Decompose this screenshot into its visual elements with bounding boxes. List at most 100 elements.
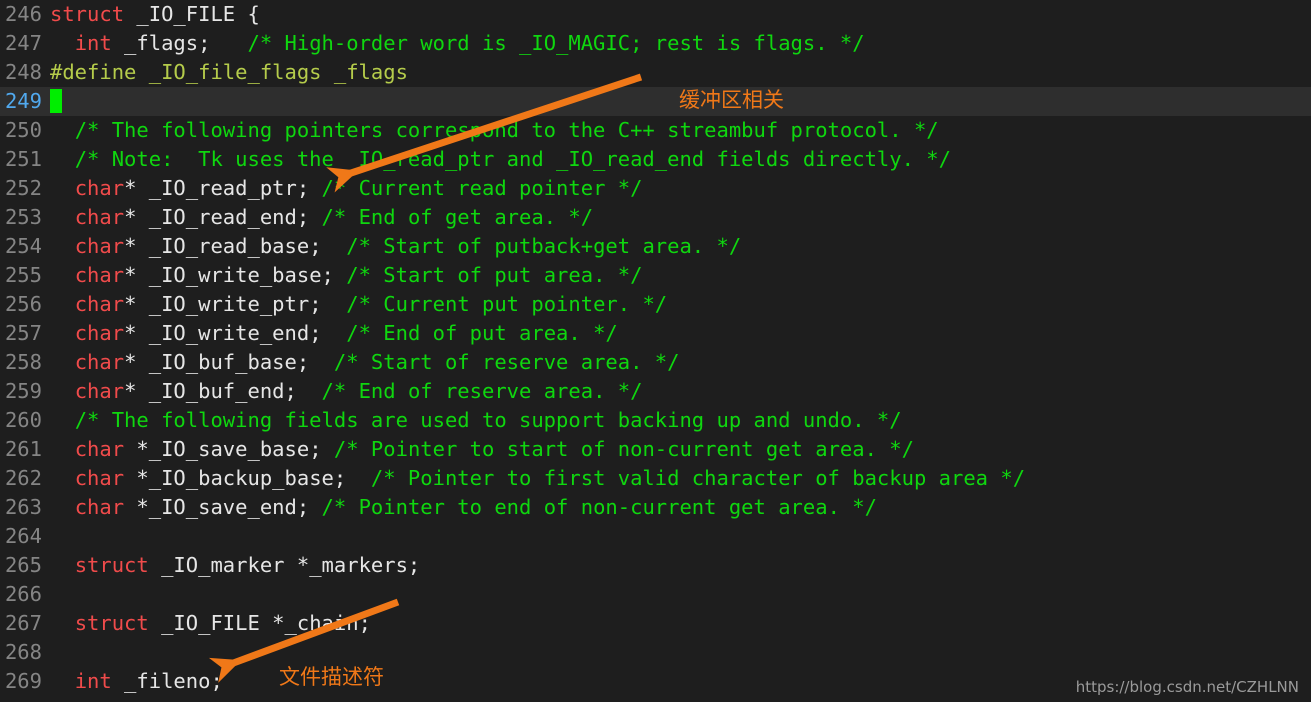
- line-number: 249: [4, 89, 42, 113]
- token-cmt: /* Note: Tk uses the _IO_read_ptr and _I…: [74, 147, 951, 171]
- token-kw: char: [74, 350, 125, 374]
- token-kw: char: [74, 234, 125, 258]
- token-id: _fileno;: [111, 669, 223, 693]
- token-id: *_IO_save_base;: [124, 437, 334, 461]
- line-number: 257: [4, 321, 42, 345]
- token-id: [50, 147, 75, 171]
- text-cursor: [50, 89, 62, 113]
- line-number: 247: [4, 31, 42, 55]
- token-kw: int: [74, 669, 112, 693]
- line-number: 262: [4, 466, 42, 490]
- token-kw: int: [74, 31, 112, 55]
- token-id: [50, 495, 75, 519]
- token-cmt: /* Current put pointer. */: [346, 292, 668, 316]
- token-kw: char: [74, 292, 125, 316]
- token-id: [50, 669, 75, 693]
- line-number: 255: [4, 263, 42, 287]
- token-kw: char: [74, 321, 125, 345]
- token-id: * _IO_buf_base;: [124, 350, 334, 374]
- token-cmt: /* Pointer to end of non-current get are…: [321, 495, 877, 519]
- token-cmt: /* End of get area. */: [321, 205, 594, 229]
- token-id: * _IO_read_end;: [124, 205, 322, 229]
- code-line[interactable]: 256 char* _IO_write_ptr; /* Current put …: [0, 290, 1311, 319]
- token-cmt: /* End of put area. */: [346, 321, 618, 345]
- code-line-active[interactable]: 249: [0, 87, 1311, 116]
- code-line[interactable]: 251 /* Note: Tk uses the _IO_read_ptr an…: [0, 145, 1311, 174]
- line-number: 250: [4, 118, 42, 142]
- line-number: 246: [4, 2, 42, 26]
- token-id: [50, 292, 75, 316]
- code-text: char* _IO_buf_base; /* Start of reserve …: [50, 348, 680, 377]
- code-line[interactable]: 257 char* _IO_write_end; /* End of put a…: [0, 319, 1311, 348]
- token-pp: #define _IO_file_flags _flags: [50, 60, 408, 84]
- code-line[interactable]: 255 char* _IO_write_base; /* Start of pu…: [0, 261, 1311, 290]
- token-kw: char: [74, 205, 125, 229]
- token-id: _IO_marker *_markers;: [148, 553, 421, 577]
- code-text: struct _IO_FILE *_chain;: [50, 609, 371, 638]
- code-line[interactable]: 263 char *_IO_save_end; /* Pointer to en…: [0, 493, 1311, 522]
- code-line[interactable]: 247 int _flags; /* High-order word is _I…: [0, 29, 1311, 58]
- token-cmt: /* The following fields are used to supp…: [74, 408, 902, 432]
- code-text: /* Note: Tk uses the _IO_read_ptr and _I…: [50, 145, 951, 174]
- code-text: char* _IO_buf_end; /* End of reserve are…: [50, 377, 643, 406]
- code-line[interactable]: 267 struct _IO_FILE *_chain;: [0, 609, 1311, 638]
- code-line[interactable]: 266: [0, 580, 1311, 609]
- token-id: [50, 321, 75, 345]
- token-kw: char: [74, 263, 125, 287]
- line-number: 265: [4, 553, 42, 577]
- watermark-url: https://blog.csdn.net/CZHLNN: [1075, 678, 1299, 696]
- token-kw: struct: [74, 611, 149, 635]
- token-id: * _IO_read_base;: [124, 234, 347, 258]
- code-text: #define _IO_file_flags _flags: [50, 58, 408, 87]
- token-kw: char: [74, 495, 125, 519]
- token-id: [50, 379, 75, 403]
- code-line[interactable]: 246 struct _IO_FILE {: [0, 0, 1311, 29]
- code-text: char *_IO_backup_base; /* Pointer to fir…: [50, 464, 1025, 493]
- code-text: char* _IO_read_end; /* End of get area. …: [50, 203, 593, 232]
- code-line[interactable]: 254 char* _IO_read_base; /* Start of put…: [0, 232, 1311, 261]
- token-id: _IO_FILE *_chain;: [148, 611, 371, 635]
- token-cmt: /* High-order word is _IO_MAGIC; rest is…: [247, 31, 865, 55]
- code-line[interactable]: 253 char* _IO_read_end; /* End of get ar…: [0, 203, 1311, 232]
- code-line[interactable]: 264: [0, 522, 1311, 551]
- code-text: char *_IO_save_base; /* Pointer to start…: [50, 435, 914, 464]
- token-id: [50, 205, 75, 229]
- code-line[interactable]: 252 char* _IO_read_ptr; /* Current read …: [0, 174, 1311, 203]
- token-id: [50, 408, 75, 432]
- code-text: struct _IO_marker *_markers;: [50, 551, 421, 580]
- token-id: * _IO_write_ptr;: [124, 292, 347, 316]
- code-line[interactable]: 265 struct _IO_marker *_markers;: [0, 551, 1311, 580]
- code-line[interactable]: 261 char *_IO_save_base; /* Pointer to s…: [0, 435, 1311, 464]
- code-line[interactable]: 262 char *_IO_backup_base; /* Pointer to…: [0, 464, 1311, 493]
- code-line[interactable]: 259 char* _IO_buf_end; /* End of reserve…: [0, 377, 1311, 406]
- token-id: [50, 263, 75, 287]
- code-line[interactable]: 250 /* The following pointers correspond…: [0, 116, 1311, 145]
- line-number: 252: [4, 176, 42, 200]
- token-cmt: /* Current read pointer */: [321, 176, 643, 200]
- code-text: char* _IO_read_ptr; /* Current read poin…: [50, 174, 643, 203]
- token-cmt: /* End of reserve area. */: [321, 379, 643, 403]
- token-id: [50, 234, 75, 258]
- code-line[interactable]: 268: [0, 638, 1311, 667]
- line-number: 259: [4, 379, 42, 403]
- token-id: * _IO_buf_end;: [124, 379, 322, 403]
- code-text: char* _IO_write_end; /* End of put area.…: [50, 319, 618, 348]
- code-line[interactable]: 260 /* The following fields are used to …: [0, 406, 1311, 435]
- code-editor-pane[interactable]: 246 struct _IO_FILE {247 int _flags; /* H…: [0, 0, 1311, 702]
- line-number: 260: [4, 408, 42, 432]
- line-number: 258: [4, 350, 42, 374]
- line-number: 254: [4, 234, 42, 258]
- code-text: int _flags; /* High-order word is _IO_MA…: [50, 29, 865, 58]
- token-kw: char: [74, 176, 125, 200]
- code-line[interactable]: 258 char* _IO_buf_base; /* Start of rese…: [0, 348, 1311, 377]
- line-number: 269: [4, 669, 42, 693]
- token-id: [50, 611, 75, 635]
- code-text: struct _IO_FILE {: [50, 0, 260, 29]
- code-screenshot: 246 struct _IO_FILE {247 int _flags; /* H…: [0, 0, 1311, 702]
- token-id: [50, 553, 75, 577]
- code-text: char* _IO_write_ptr; /* Current put poin…: [50, 290, 667, 319]
- code-line[interactable]: 248 #define _IO_file_flags _flags: [0, 58, 1311, 87]
- line-number: 253: [4, 205, 42, 229]
- code-text: char* _IO_write_base; /* Start of put ar…: [50, 261, 643, 290]
- line-number: 261: [4, 437, 42, 461]
